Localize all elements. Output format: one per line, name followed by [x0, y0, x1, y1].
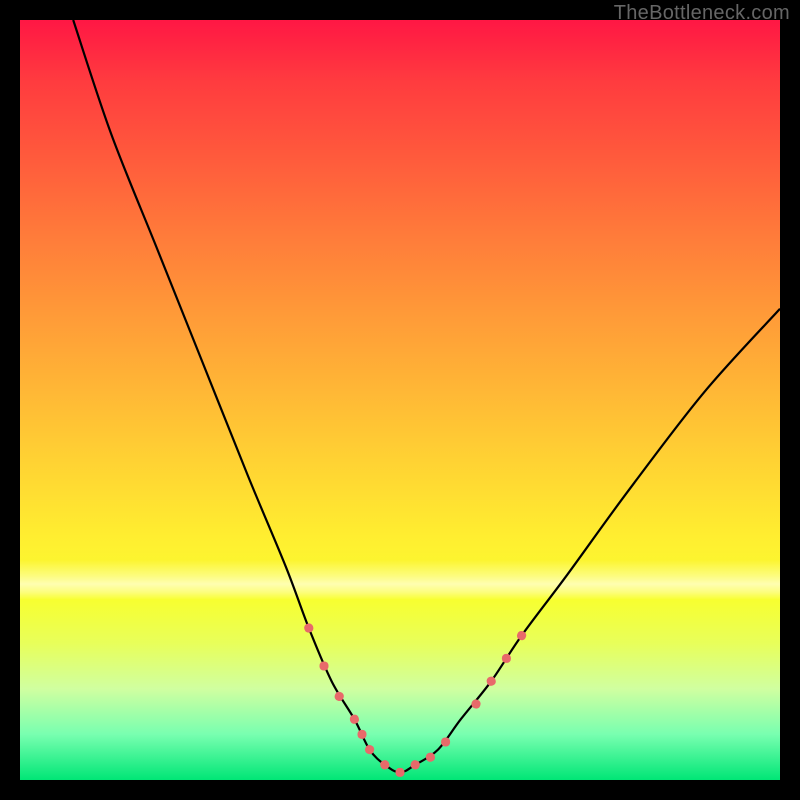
marker-group [303, 622, 527, 777]
marker-point [410, 759, 421, 770]
chart-frame [20, 20, 780, 780]
marker-point [349, 714, 360, 725]
marker-point [441, 738, 450, 747]
marker-point [470, 698, 481, 709]
bottleneck-curve-path [73, 20, 780, 772]
marker-point [502, 654, 511, 663]
marker-point [303, 622, 314, 633]
marker-point [396, 768, 405, 777]
chart-svg [20, 20, 780, 780]
marker-point [358, 730, 367, 739]
marker-point [320, 662, 329, 671]
